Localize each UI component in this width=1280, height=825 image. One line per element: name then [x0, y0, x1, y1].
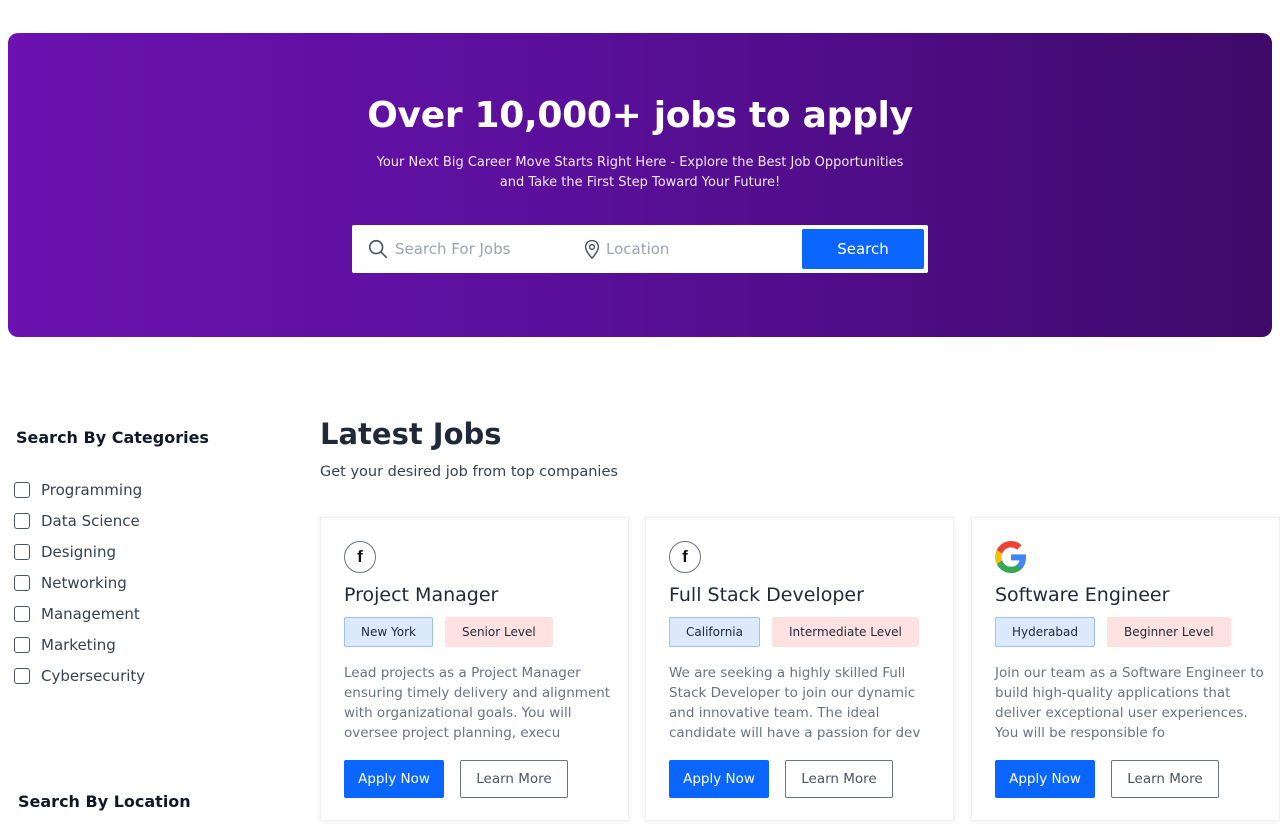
- location-tag: New York: [344, 617, 433, 647]
- category-label: Marketing: [41, 636, 116, 654]
- category-checkbox[interactable]: [14, 668, 30, 684]
- learn-more-button[interactable]: Learn More: [1111, 760, 1219, 798]
- category-label: Designing: [41, 543, 116, 561]
- category-checkbox[interactable]: [14, 544, 30, 560]
- category-checkbox[interactable]: [14, 606, 30, 622]
- categories-heading: Search By Categories: [16, 428, 209, 447]
- category-checkbox[interactable]: [14, 575, 30, 591]
- level-tag: Beginner Level: [1107, 617, 1231, 647]
- job-tags: California Intermediate Level: [669, 617, 931, 647]
- search-button[interactable]: Search: [802, 229, 924, 269]
- job-description: Join our team as a Software Engineer to …: [995, 665, 1264, 741]
- category-item-cybersecurity[interactable]: Cybersecurity: [14, 656, 274, 696]
- location-input[interactable]: [606, 235, 796, 263]
- category-label: Networking: [41, 574, 127, 592]
- level-tag: Intermediate Level: [771, 617, 919, 647]
- job-title: Full Stack Developer: [669, 584, 864, 606]
- location-tag: California: [669, 617, 760, 647]
- search-icon: [367, 238, 389, 260]
- category-label: Cybersecurity: [41, 667, 146, 685]
- learn-more-button[interactable]: Learn More: [785, 760, 893, 798]
- hero-banner: Over 10,000+ jobs to apply Your Next Big…: [8, 33, 1272, 337]
- category-checkbox[interactable]: [14, 513, 30, 529]
- filter-sidebar: Search By Categories Programming Data Sc…: [14, 428, 274, 811]
- job-description: We are seeking a highly skilled Full Sta…: [669, 665, 921, 741]
- latest-jobs-title: Latest Jobs: [320, 417, 502, 451]
- category-label: Management: [41, 605, 140, 623]
- apply-now-button[interactable]: Apply Now: [995, 760, 1095, 798]
- facebook-icon: f: [669, 541, 701, 573]
- location-heading: Search By Location: [18, 792, 191, 811]
- job-card: f Project Manager New York Senior Level …: [320, 517, 629, 821]
- apply-now-button[interactable]: Apply Now: [344, 760, 444, 798]
- job-description: Lead projects as a Project Manager ensur…: [344, 665, 611, 741]
- job-title: Project Manager: [344, 584, 499, 606]
- job-title: Software Engineer: [995, 584, 1170, 606]
- google-icon: [995, 541, 1027, 573]
- job-tags: New York Senior Level: [344, 617, 565, 647]
- hero-title: Over 10,000+ jobs to apply: [367, 95, 913, 136]
- job-search-input[interactable]: [395, 235, 575, 263]
- job-card: Software Engineer Hyderabad Beginner Lev…: [971, 517, 1280, 821]
- level-tag: Senior Level: [444, 617, 553, 647]
- category-label: Programming: [41, 481, 143, 499]
- job-search-bar: Search: [352, 225, 928, 273]
- job-tags: Hyderabad Beginner Level: [995, 617, 1243, 647]
- location-pin-icon: [581, 238, 603, 260]
- facebook-icon: f: [344, 541, 376, 573]
- category-label: Data Science: [41, 512, 140, 530]
- category-checkbox[interactable]: [14, 482, 30, 498]
- hero-subtitle: Your Next Big Career Move Starts Right H…: [376, 155, 904, 190]
- latest-jobs-subtitle: Get your desired job from top companies: [320, 464, 618, 480]
- location-tag: Hyderabad: [995, 617, 1095, 647]
- job-card: f Full Stack Developer California Interm…: [645, 517, 954, 821]
- category-list: Programming Data Science Designing Netwo…: [14, 470, 274, 696]
- category-checkbox[interactable]: [14, 637, 30, 653]
- learn-more-button[interactable]: Learn More: [460, 760, 568, 798]
- apply-now-button[interactable]: Apply Now: [669, 760, 769, 798]
